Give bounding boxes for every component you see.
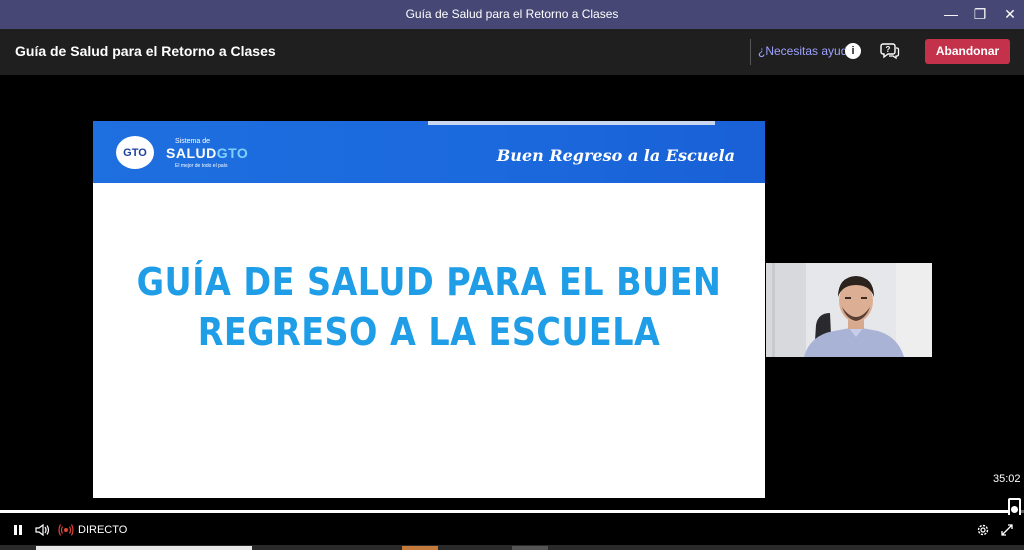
restore-icon: ❐	[973, 5, 987, 22]
presenter-video	[766, 263, 932, 357]
salud-logo-top: Sistema de	[175, 138, 211, 145]
headline-line-1: GUÍA DE SALUD PARA EL BUEN	[136, 260, 722, 304]
volume-button[interactable]	[34, 522, 50, 538]
chat-help-icon[interactable]: ?	[880, 41, 900, 61]
fullscreen-button[interactable]	[1000, 522, 1014, 538]
player-controls: DIRECTO	[0, 515, 1024, 545]
bottom-strip	[0, 545, 1024, 550]
pause-icon	[14, 525, 22, 535]
leave-button[interactable]: Abandonar	[925, 39, 1010, 64]
window-title: Guía de Salud para el Retorno a Clases	[405, 7, 619, 21]
timecode: 35:02	[993, 473, 1021, 485]
gear-icon	[977, 524, 989, 536]
slide-banner: GTO Sistema de SALUDGTO El mejor de todo…	[93, 121, 765, 183]
minimize-icon: —	[944, 6, 958, 22]
volume-icon	[35, 523, 50, 537]
header-divider	[750, 39, 751, 65]
meeting-header: Guía de Salud para el Retorno a Clases ¿…	[0, 29, 1024, 75]
seek-bar[interactable]	[0, 510, 1024, 513]
svg-text:?: ?	[886, 45, 891, 54]
window-titlebar: Guía de Salud para el Retorno a Clases —…	[0, 0, 1024, 29]
presenter-image	[766, 263, 932, 357]
bottom-segment	[512, 546, 548, 550]
slide-banner-text: Buen Regreso a la Escuela	[496, 146, 735, 165]
settings-button[interactable]	[976, 522, 990, 538]
close-button[interactable]: ✕	[999, 4, 1021, 24]
expand-icon	[1001, 524, 1013, 536]
live-label: DIRECTO	[78, 524, 128, 536]
video-stage: GTO Sistema de SALUDGTO El mejor de todo…	[0, 75, 1024, 515]
live-indicator	[58, 522, 74, 538]
salud-logo-main: SALUDGTO	[166, 145, 249, 161]
salud-logo-tagline: El mejor de todo el país	[175, 163, 228, 169]
gto-logo-text: GTO	[123, 146, 147, 159]
gto-logo: GTO	[116, 136, 154, 169]
close-icon: ✕	[1004, 5, 1016, 22]
headline-line-2: REGRESO A LA ESCUELA	[197, 310, 661, 354]
shared-slide: GTO Sistema de SALUDGTO El mejor de todo…	[93, 121, 765, 498]
restore-button[interactable]: ❐	[969, 4, 991, 24]
bottom-segment	[402, 546, 438, 550]
bottom-segment	[36, 546, 252, 550]
meeting-title: Guía de Salud para el Retorno a Clases	[15, 43, 276, 59]
seek-bar-fill	[0, 510, 1009, 513]
slide-top-strip	[428, 121, 715, 125]
info-icon[interactable]: i	[845, 43, 861, 59]
minimize-button[interactable]: —	[940, 4, 962, 24]
salud-logo: Sistema de SALUDGTO El mejor de todo el …	[163, 136, 248, 170]
slide-headline: GUÍA DE SALUD PARA EL BUEN REGRESO A LA …	[93, 257, 765, 357]
pause-button[interactable]	[11, 522, 25, 538]
live-broadcast-icon	[58, 524, 74, 536]
